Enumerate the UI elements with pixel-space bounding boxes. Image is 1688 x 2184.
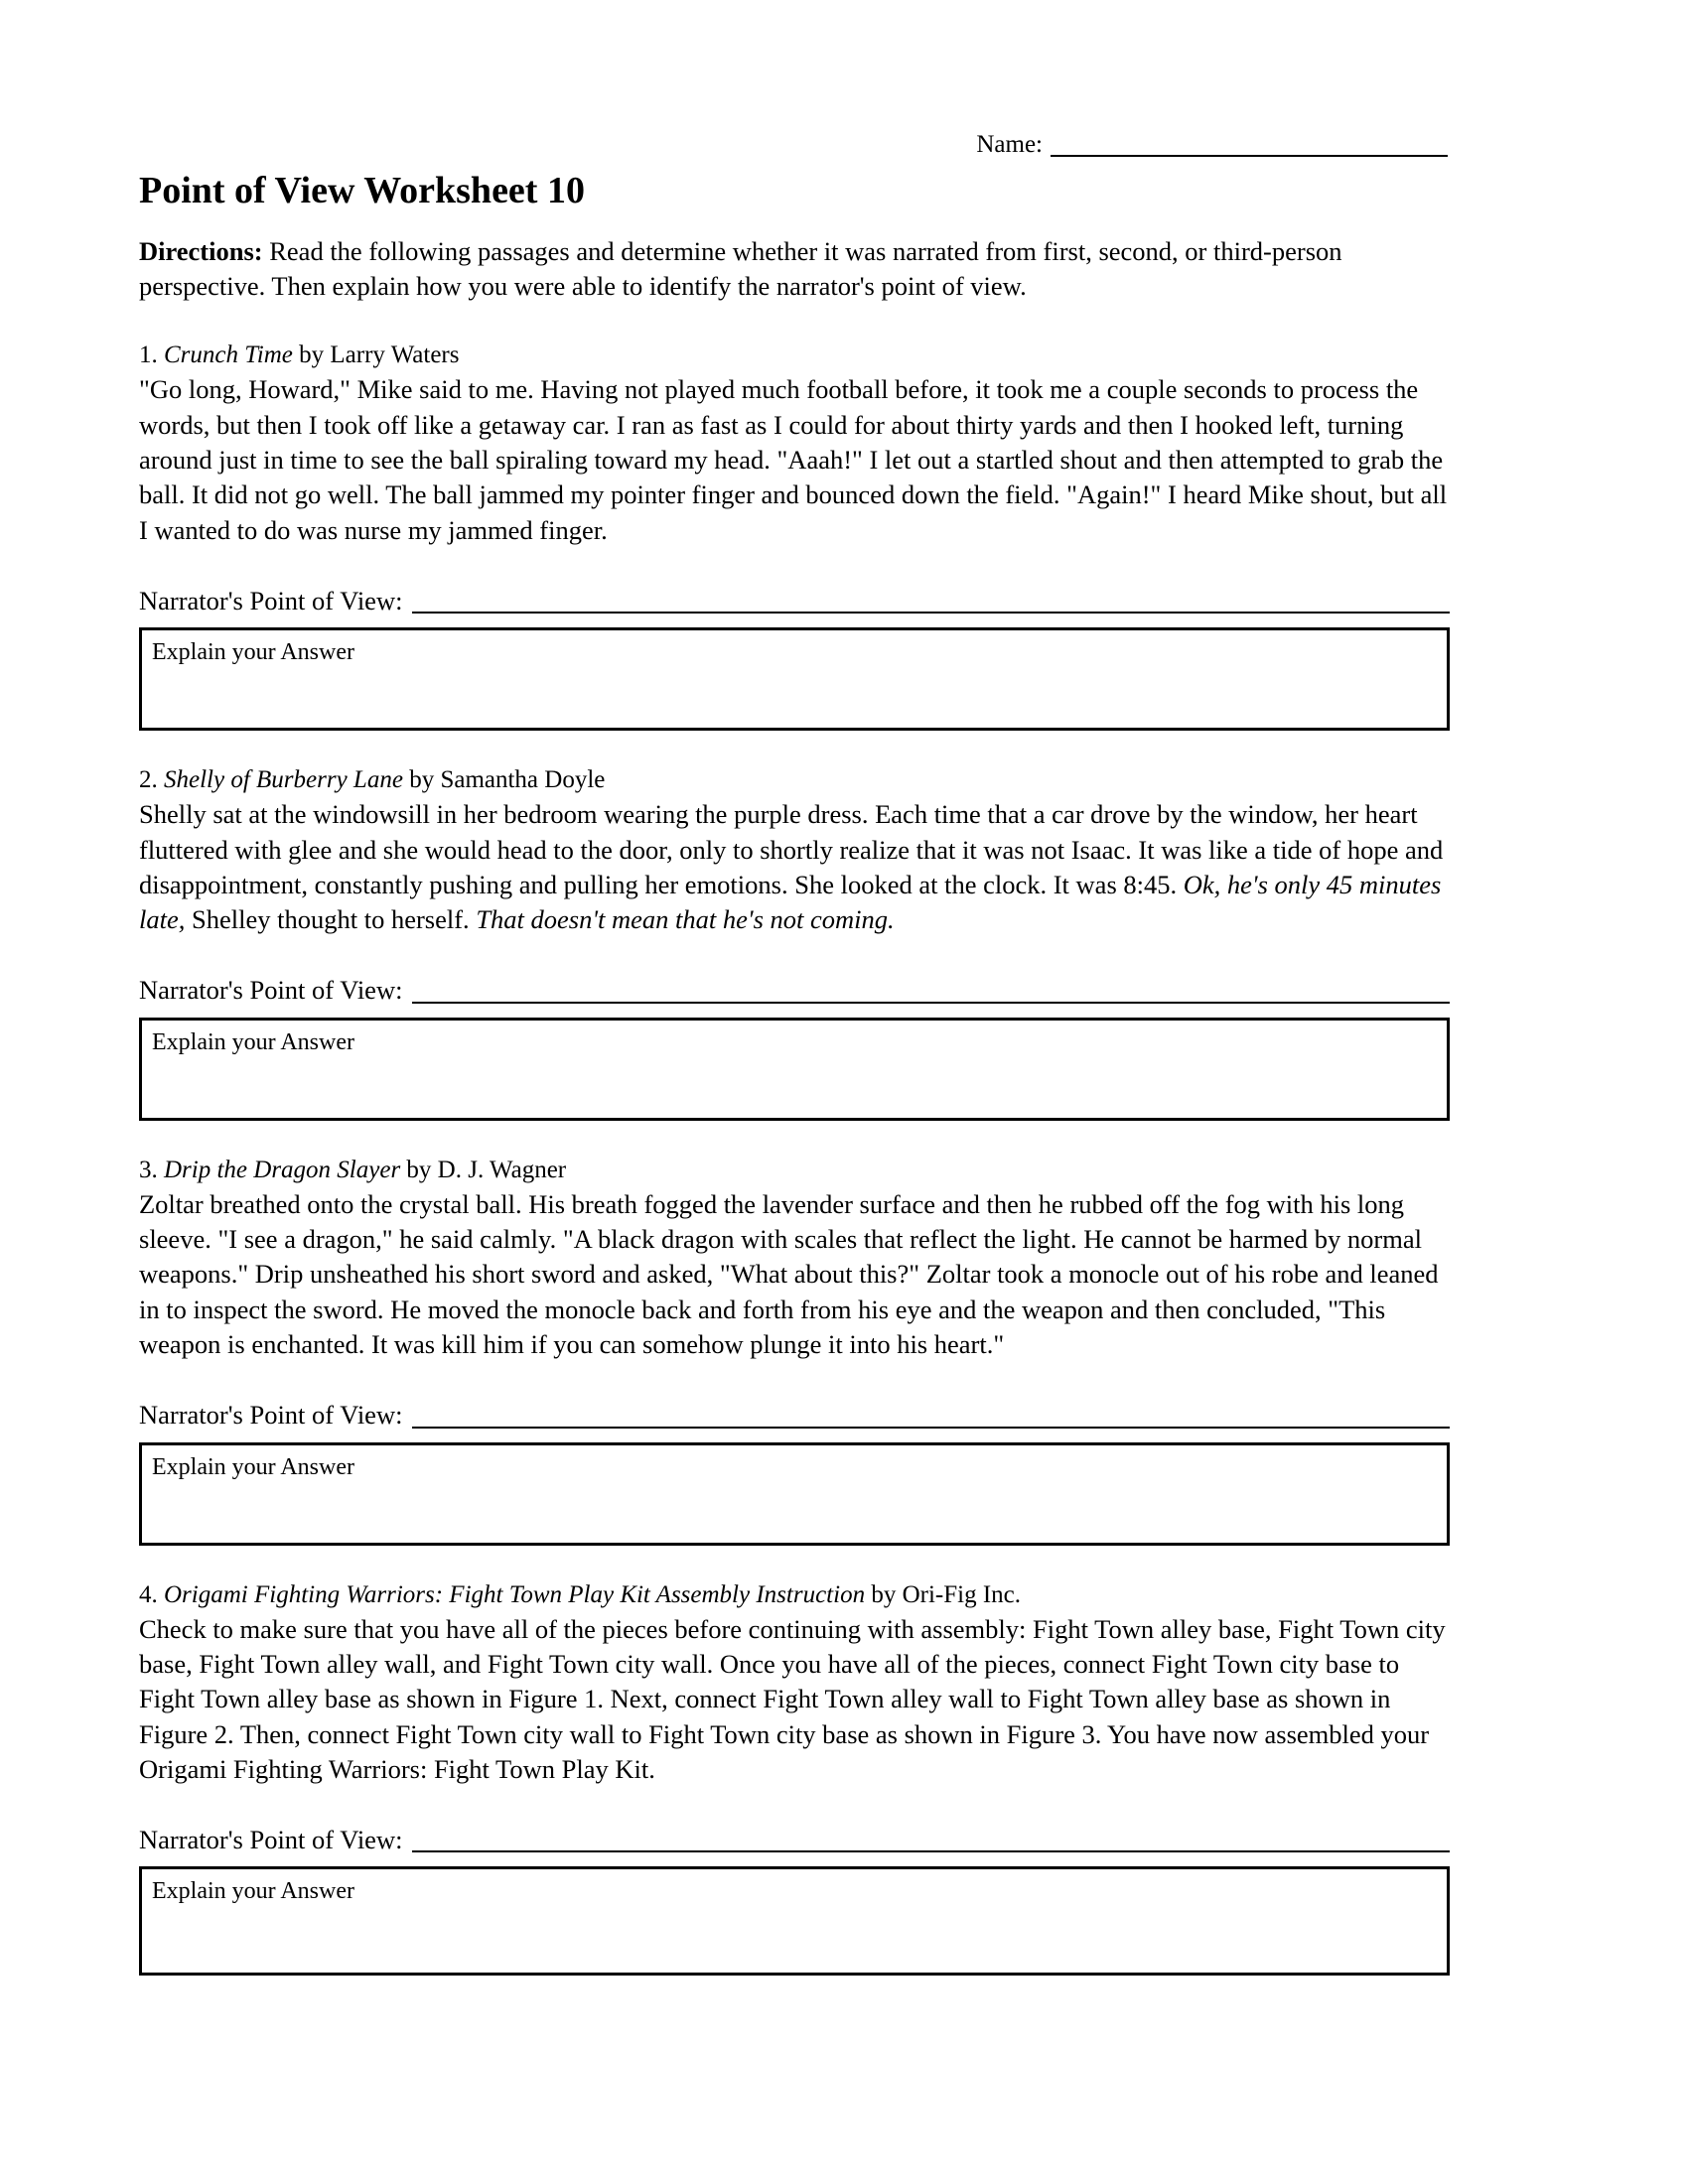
worksheet-page: Name: Point of View Worksheet 10 Directi… — [0, 0, 1688, 2184]
passage-1-pov-row: Narrator's Point of View: — [139, 578, 1450, 614]
passage-3-pov-row: Narrator's Point of View: — [139, 1393, 1450, 1429]
passage-2-body-part2: Shelley thought to herself. — [185, 904, 477, 935]
passage-3-heading: 3. Drip the Dragon Slayer by D. J. Wagne… — [139, 1155, 1450, 1186]
passage-4-explain-label: Explain your Answer — [152, 1878, 354, 1905]
directions-paragraph: Directions: Read the following passages … — [139, 234, 1450, 304]
worksheet-content: Name: Point of View Worksheet 10 Directi… — [139, 0, 1450, 1977]
passage-4-byline: by Ori-Fig Inc. — [865, 1580, 1021, 1608]
passage-4-pov-row: Narrator's Point of View: — [139, 1817, 1450, 1854]
passage-1-pov-blank[interactable] — [412, 586, 1450, 614]
passage-3-explain-box[interactable]: Explain your Answer — [139, 1441, 1450, 1546]
passage-3-explain-label: Explain your Answer — [152, 1453, 354, 1480]
name-input-blank[interactable] — [1051, 127, 1448, 157]
passage-2-explain-label: Explain your Answer — [152, 1028, 354, 1055]
passage-2-number: 2. — [139, 766, 158, 794]
passage-2: 2. Shelly of Burberry Lane by Samantha D… — [139, 764, 1450, 1121]
passage-1-number: 1. — [139, 341, 158, 369]
passage-1-byline: by Larry Waters — [292, 341, 460, 369]
passage-3-number: 3. — [139, 1156, 158, 1183]
passage-3: 3. Drip the Dragon Slayer by D. J. Wagne… — [139, 1155, 1450, 1546]
page-title: Point of View Worksheet 10 — [139, 170, 585, 211]
passage-2-byline: by Samantha Doyle — [402, 766, 606, 794]
passage-4-number: 4. — [139, 1580, 158, 1608]
passage-4-pov-label: Narrator's Point of View: — [139, 1824, 403, 1854]
directions-text: Read the following passages and determin… — [139, 235, 1342, 302]
name-field-row: Name: — [139, 117, 1450, 157]
passage-2-body-italic2: That doesn't mean that he's not coming. — [476, 904, 895, 935]
passage-4-heading: 4. Origami Fighting Warriors: Fight Town… — [139, 1579, 1450, 1611]
passage-1-pov-label: Narrator's Point of View: — [139, 585, 403, 615]
passage-1-heading: 1. Crunch Time by Larry Waters — [139, 340, 1450, 371]
passage-2-explain-box[interactable]: Explain your Answer — [139, 1017, 1450, 1121]
passage-4-explain-box[interactable]: Explain your Answer — [139, 1866, 1450, 1977]
passage-4-body: Check to make sure that you have all of … — [139, 1613, 1446, 1785]
passage-2-pov-blank[interactable] — [412, 976, 1450, 1004]
passage-2-title: Shelly of Burberry Lane — [164, 766, 403, 794]
passage-3-pov-blank[interactable] — [412, 1401, 1450, 1429]
passage-2-body: Shelly sat at the windowsill in her bedr… — [139, 797, 1450, 938]
passage-2-pov-row: Narrator's Point of View: — [139, 968, 1450, 1004]
passage-1-explain-label: Explain your Answer — [152, 639, 354, 666]
passage-1-title: Crunch Time — [164, 341, 293, 369]
passage-4: 4. Origami Fighting Warriors: Fight Town… — [139, 1579, 1450, 1977]
passage-1-body: "Go long, Howard," Mike said to me. Havi… — [139, 374, 1448, 545]
name-label: Name: — [976, 131, 1043, 158]
passage-3-title: Drip the Dragon Slayer — [164, 1156, 401, 1183]
passage-2-heading: 2. Shelly of Burberry Lane by Samantha D… — [139, 764, 1450, 796]
passage-1: 1. Crunch Time by Larry Waters "Go long,… — [139, 340, 1450, 732]
passage-3-pov-label: Narrator's Point of View: — [139, 1400, 403, 1431]
passage-4-title: Origami Fighting Warriors: Fight Town Pl… — [164, 1580, 866, 1608]
passage-3-body: Zoltar breathed onto the crystal ball. H… — [139, 1188, 1439, 1360]
passage-1-explain-box[interactable]: Explain your Answer — [139, 627, 1450, 732]
passage-3-byline: by D. J. Wagner — [400, 1156, 567, 1183]
passage-2-pov-label: Narrator's Point of View: — [139, 975, 403, 1006]
passage-4-pov-blank[interactable] — [412, 1825, 1450, 1853]
directions-label: Directions: — [139, 235, 263, 266]
